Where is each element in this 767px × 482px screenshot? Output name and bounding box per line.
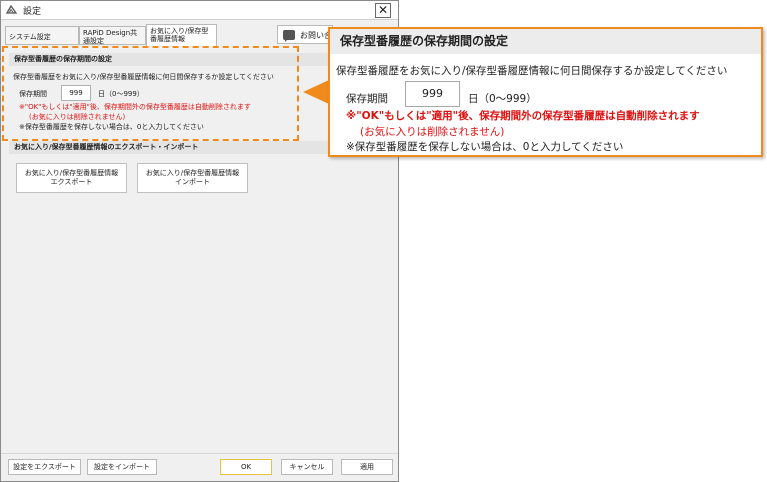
highlight-frame: [2, 46, 299, 141]
export-favorites-button[interactable]: お気に入り/保存型番履歴情報 エクスポート: [16, 163, 127, 193]
tab-rapid-design-common[interactable]: RAPiD Design共通設定: [79, 26, 146, 45]
title-bar: 設定 ✕: [1, 1, 398, 20]
zoom-callout: 保存型番履歴の保存期間の設定 保存型番履歴をお気に入り/保存型番履歴情報に何日間…: [328, 27, 763, 157]
tab-system-settings[interactable]: システム設定: [5, 26, 79, 45]
callout-period-unit: 日（0～999）: [468, 93, 537, 105]
import-favorites-button[interactable]: お気に入り/保存型番履歴情報 インポート: [137, 163, 248, 193]
callout-period-input: 999: [405, 81, 460, 107]
chat-bubble-icon: [283, 30, 295, 42]
export-settings-button[interactable]: 設定をエクスポート: [8, 459, 81, 475]
close-icon: ✕: [377, 3, 389, 17]
callout-period-label: 保存期間: [346, 93, 388, 105]
callout-arrow: [303, 80, 329, 104]
apply-button[interactable]: 適用: [341, 459, 393, 475]
callout-warning-line1: ※"OK"もしくは"適用"後、保存期間外の保存型番履歴は自動削除されます: [346, 110, 700, 122]
callout-note: ※保存型番履歴を保存しない場合は、0と入力してください: [346, 141, 624, 153]
window-title: 設定: [23, 7, 42, 17]
ok-button[interactable]: OK: [220, 459, 272, 475]
tab-favorites-history[interactable]: お気に入り/保存型番履歴情報: [146, 24, 217, 46]
callout-warning-line2: (お気に入りは削除されません): [360, 126, 505, 138]
app-logo-icon: [6, 5, 17, 14]
cancel-button[interactable]: キャンセル: [281, 459, 333, 475]
help-button[interactable]: お問い合: [277, 25, 333, 44]
close-button[interactable]: ✕: [375, 3, 391, 18]
callout-description: 保存型番履歴をお気に入り/保存型番履歴情報に何日間保存するか設定してください: [336, 65, 728, 77]
callout-header: 保存型番履歴の保存期間の設定: [330, 29, 761, 54]
import-settings-button[interactable]: 設定をインポート: [87, 459, 157, 475]
